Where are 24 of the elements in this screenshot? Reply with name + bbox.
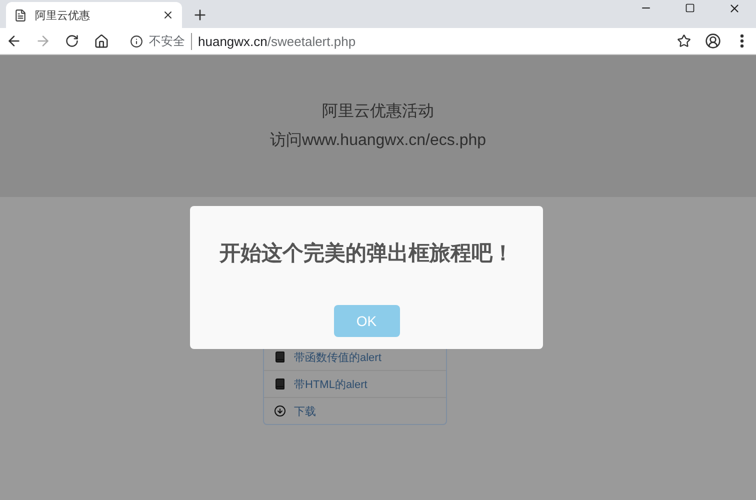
home-icon xyxy=(94,34,108,48)
star-icon xyxy=(677,34,691,48)
url-text: huangwx.cn/sweetalert.php xyxy=(198,34,356,48)
list-item[interactable]: 带HTML的alert xyxy=(264,370,446,397)
close-icon[interactable] xyxy=(162,9,174,21)
page-icon xyxy=(14,8,27,22)
reload-icon xyxy=(65,34,79,48)
browser-tab[interactable]: 阿里云优惠 xyxy=(6,2,182,28)
list-item[interactable]: 下载 xyxy=(264,397,446,424)
close-icon xyxy=(728,2,740,14)
profile-icon xyxy=(705,33,721,49)
security-label: 不安全 xyxy=(149,32,192,50)
forward-arrow-icon xyxy=(35,33,51,49)
maximize-icon xyxy=(685,3,695,13)
ok-button[interactable]: OK xyxy=(334,305,400,337)
header-text: 访问www.huangwx.cn/ecs.php xyxy=(270,130,486,151)
header-text: 阿里云优惠活动 xyxy=(322,102,434,122)
download-icon xyxy=(274,405,286,417)
info-icon xyxy=(130,34,143,48)
book-icon xyxy=(274,378,286,390)
dialog-title: 开始这个完美的弹出框旅程吧！ xyxy=(220,240,514,267)
menu-icon xyxy=(740,34,744,48)
plus-icon xyxy=(192,7,208,23)
book-icon xyxy=(274,351,286,363)
